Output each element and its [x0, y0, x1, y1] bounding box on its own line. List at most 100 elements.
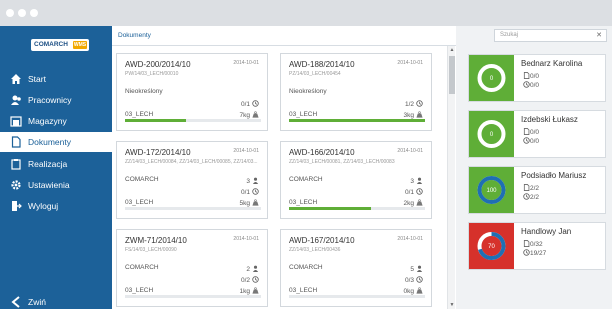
worker-tasks-value: 0/0: [530, 138, 540, 145]
task-progress: 0/1: [405, 188, 423, 196]
weight-icon: [252, 111, 259, 118]
assigned-count: 3: [410, 177, 423, 185]
sidebar-item-label: Start: [28, 74, 46, 84]
progress-ring: 0: [477, 120, 506, 148]
workers-panel: Szukaj ✕ 0 Bednarz Karolina 0/0 0/0 0 Izdebsk…: [456, 26, 612, 309]
worker-status-tile: 70: [469, 223, 514, 269]
document-icon: [523, 240, 530, 247]
clock-icon: [252, 100, 259, 107]
document-card[interactable]: ZWM-71/2014/10 2014-10-01 FS/14/03_LECH/00…: [116, 229, 268, 307]
document-date: 2014-10-01: [233, 236, 259, 242]
window-dot[interactable]: [18, 9, 26, 17]
collapse-sidebar-button[interactable]: Zwiń: [0, 292, 112, 312]
worker-name: Podsiadło Mariusz: [521, 171, 587, 180]
document-icon: [523, 128, 530, 135]
scrollbar[interactable]: ▲ ▼: [447, 46, 455, 309]
scroll-down-icon[interactable]: ▼: [449, 302, 455, 308]
warehouse-code: 03_LECH: [125, 111, 154, 118]
document-weight: 2kg: [404, 199, 423, 207]
close-icon[interactable]: ✕: [596, 30, 602, 41]
weight-icon: [416, 111, 423, 118]
documents-panel: Dokumenty AWD-200/2014/10 2014-10-01 PW/14…: [112, 26, 456, 309]
weight-icon: [252, 199, 259, 206]
worker-card[interactable]: 100 Podsiadło Mariusz 2/2 2/2: [468, 166, 606, 214]
document-card[interactable]: AWD-188/2014/10 2014-10-01 PZ/14/03_LECH/0…: [280, 53, 432, 131]
document-card[interactable]: AWD-172/2014/10 2014-10-01 ZZ/14/03_LECH/0…: [116, 141, 268, 219]
title-bar: [0, 0, 612, 26]
scroll-thumb[interactable]: [449, 56, 455, 94]
document-date: 2014-10-01: [233, 60, 259, 66]
worker-documents-value: 0/0: [530, 129, 540, 136]
document-date: 2014-10-01: [397, 60, 423, 66]
document-icon: [523, 72, 530, 79]
document-weight: 3kg: [404, 111, 423, 119]
gear-icon: [11, 180, 21, 190]
progress-bar-fill: [125, 119, 187, 122]
sidebar-item-magazyny[interactable]: Magazyny: [0, 111, 112, 131]
document-date: 2014-10-01: [397, 236, 423, 242]
document-weight: 0kg: [404, 287, 423, 295]
document-card[interactable]: AWD-200/2014/10 2014-10-01 PW/14/03_LECH/0…: [116, 53, 268, 131]
person-icon: [416, 265, 423, 272]
progress-percent: 100: [486, 188, 497, 194]
worker-tasks-value: 19/27: [530, 250, 547, 257]
clock-icon: [416, 100, 423, 107]
worker-tasks-value: 2/2: [530, 194, 540, 201]
progress-percent: 0: [490, 132, 494, 138]
customer-name: COMARCH: [289, 176, 323, 183]
worker-tasks: 19/27: [521, 249, 546, 257]
clock-icon: [416, 188, 423, 195]
assigned-count-value: 5: [410, 266, 414, 273]
person-icon: [416, 177, 423, 184]
sidebar-item-ustawienia[interactable]: Ustawienia: [0, 175, 112, 195]
sidebar-item-wyloguj[interactable]: Wyloguj: [0, 196, 112, 216]
document-number: AWD-188/2014/10: [289, 60, 355, 69]
worker-card[interactable]: 0 Bednarz Karolina 0/0 0/0: [468, 54, 606, 102]
breadcrumb[interactable]: Dokumenty: [112, 26, 456, 46]
task-progress: 0/1: [241, 100, 259, 108]
document-reference: FS/14/03_LECH/00090: [125, 247, 177, 253]
sidebar-item-dokumenty[interactable]: Dokumenty: [0, 132, 112, 152]
document-card[interactable]: AWD-167/2014/10 2014-10-01 ZZ/14/03_LECH/0…: [280, 229, 432, 307]
clock-icon: [523, 137, 530, 144]
task-progress: 1/2: [405, 100, 423, 108]
assigned-count-value: 3: [410, 178, 414, 185]
logout-icon: [12, 201, 22, 211]
sidebar: COMARCH WMS Start Pracownicy Magazyny Do…: [0, 26, 112, 309]
progress-bar: [125, 207, 261, 210]
document-date: 2014-10-01: [397, 148, 423, 154]
document-weight-value: 0kg: [403, 288, 414, 295]
sidebar-item-realizacja[interactable]: Realizacja: [0, 154, 112, 174]
document-icon: [11, 136, 21, 148]
warehouse-code: 03_LECH: [289, 287, 318, 294]
logo-text: COMARCH: [34, 41, 68, 48]
assigned-count: 5: [410, 265, 423, 273]
worker-documents-value: 0/32: [530, 241, 543, 248]
person-icon: [252, 265, 259, 272]
sidebar-item-pracownicy[interactable]: Pracownicy: [0, 90, 112, 110]
window-dot[interactable]: [6, 9, 14, 17]
worker-card[interactable]: 0 Izdebski Łukasz 0/0 0/0: [468, 110, 606, 158]
document-card[interactable]: AWD-166/2014/10 2014-10-01 ZZ/14/03_LECH/0…: [280, 141, 432, 219]
logo-badge: WMS: [73, 41, 87, 49]
worker-card[interactable]: 70 Handlowy Jan 0/32 19/27: [468, 222, 606, 270]
task-progress-value: 0/1: [404, 189, 414, 196]
scroll-up-icon[interactable]: ▲: [449, 47, 455, 53]
worker-status-tile: 0: [469, 55, 514, 101]
task-progress: 0/3: [405, 276, 423, 284]
document-reference: ZZ/14/03_LECH/00081, ZZ/14/03_LECH/00083: [289, 159, 395, 165]
weight-icon: [252, 287, 259, 294]
window-dot[interactable]: [30, 9, 38, 17]
document-number: AWD-200/2014/10: [125, 60, 191, 69]
search-input[interactable]: Szukaj ✕: [494, 29, 607, 42]
assigned-count: 2: [246, 265, 259, 273]
sidebar-item-label: Realizacja: [28, 159, 68, 169]
progress-bar: [125, 119, 261, 122]
worker-name: Handlowy Jan: [521, 227, 572, 236]
task-progress-value: 0/1: [240, 189, 250, 196]
document-reference: PZ/14/03_LECH/00454: [289, 71, 341, 77]
users-icon: [11, 95, 21, 105]
sidebar-item-start[interactable]: Start: [0, 69, 112, 89]
document-weight: 1kg: [240, 287, 259, 295]
worker-name: Izdebski Łukasz: [521, 115, 578, 124]
